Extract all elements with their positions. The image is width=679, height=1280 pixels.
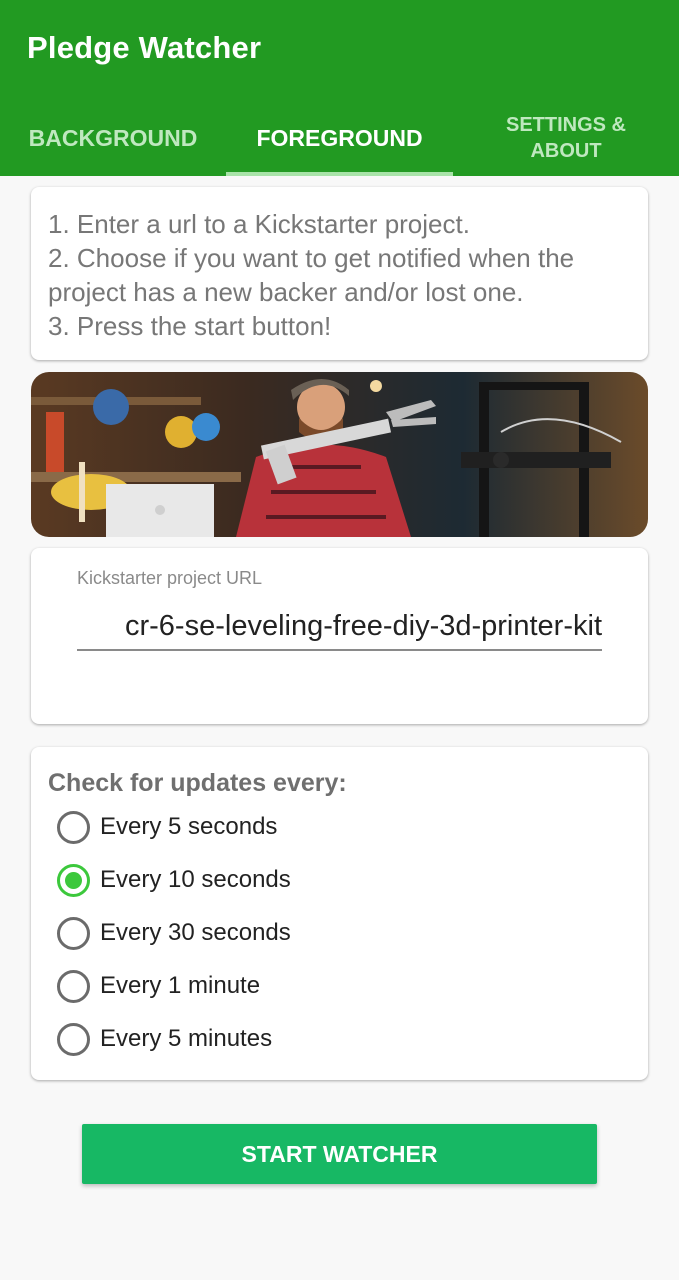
workshop-illustration [31,372,648,537]
radio-option-30-seconds[interactable]: Every 30 seconds [57,911,291,955]
url-input[interactable] [77,603,602,651]
instruction-line: 2. Choose if you want to get notified wh… [48,243,575,273]
start-watcher-button[interactable]: START WATCHER [82,1124,597,1184]
tab-indicator [226,172,453,176]
radio-button[interactable] [57,916,90,950]
tab-settings-about[interactable]: SETTINGS & ABOUT [476,100,656,176]
instruction-line: project has a new backer and/or lost one… [48,277,524,307]
radio-option-label: Every 30 seconds [100,919,291,946]
tab-foreground[interactable]: FOREGROUND [226,100,453,176]
radio-option-label: Every 5 minutes [100,1025,273,1052]
tab-background[interactable]: BACKGROUND [0,100,226,176]
radio-dot [65,871,82,889]
interval-heading: Check for updates every: [48,769,347,797]
radio-option-label: Every 1 minute [100,972,261,999]
hero-image [31,372,648,537]
radio-option-5-seconds[interactable]: Every 5 seconds [57,805,277,849]
url-field-label: Kickstarter project URL [77,568,263,588]
radio-option-10-seconds[interactable]: Every 10 seconds [57,858,291,902]
radio-option-5-minutes[interactable]: Every 5 minutes [57,1017,272,1061]
app-bar: Pledge Watcher BACKGROUND FOREGROUND SET… [0,0,679,176]
radio-option-label: Every 5 seconds [100,813,278,840]
radio-option-1-minute[interactable]: Every 1 minute [57,964,260,1008]
radio-button[interactable] [57,810,90,844]
instructions-card: 1. Enter a url to a Kickstarter project.… [31,187,648,360]
instruction-line: 1. Enter a url to a Kickstarter project. [48,209,470,239]
radio-button-checked[interactable] [57,863,90,897]
radio-button[interactable] [57,1022,90,1056]
interval-card: Check for updates every: Every 5 seconds… [31,747,648,1080]
instruction-line: 3. Press the start button! [48,311,332,341]
radio-option-label: Every 10 seconds [100,866,291,893]
radio-button[interactable] [57,969,90,1003]
app-title: Pledge Watcher [27,30,262,65]
url-card: Kickstarter project URL [31,548,648,724]
